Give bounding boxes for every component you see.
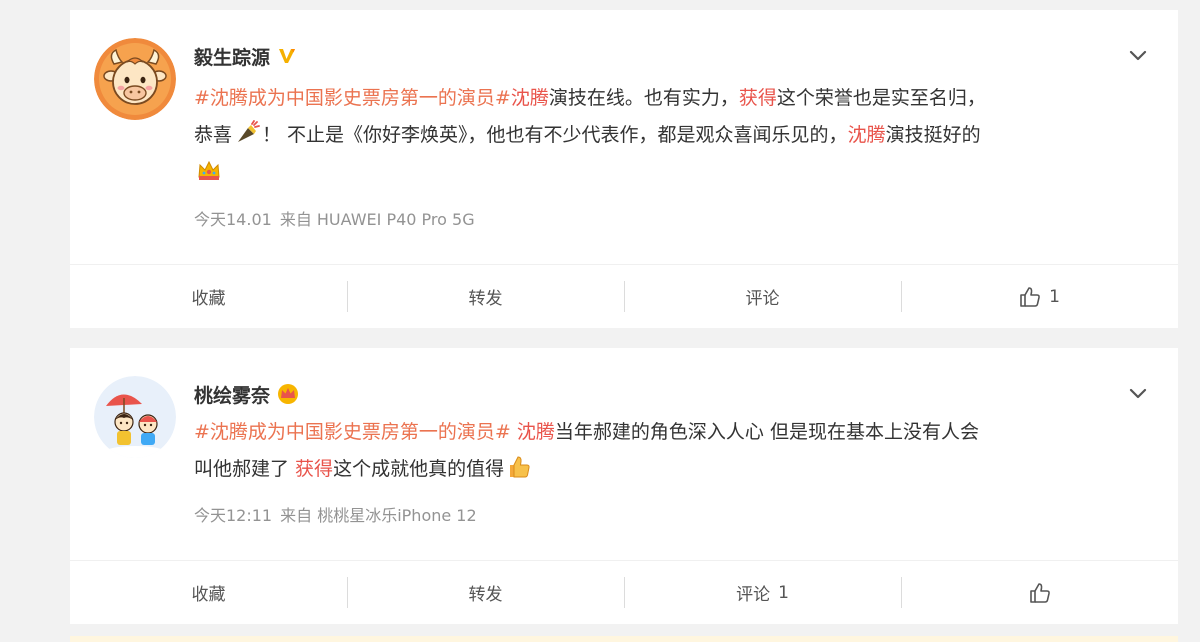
action-bar: 收藏 转发 评论 1 <box>70 264 1178 328</box>
crown-emoji-icon <box>196 157 222 183</box>
firecracker-emoji-icon <box>234 120 260 146</box>
collect-label: 收藏 <box>191 585 226 605</box>
next-card-edge <box>70 636 1178 642</box>
comment-count: 1 <box>778 582 789 603</box>
content-text: 恭喜 <box>194 124 233 146</box>
chevron-down-icon[interactable] <box>1126 382 1150 406</box>
content-text: 这个荣誉也是实至名归， <box>776 87 986 109</box>
content-text: 当年郝建的角色深入人心 但是现在基本上没有人会 <box>554 421 979 443</box>
content-text: 这个成就他真的值得 <box>333 458 505 480</box>
verified-v-icon <box>276 45 298 67</box>
like-button[interactable]: 1 <box>901 265 1178 328</box>
weibo-post-card: 桃绘雾奈 #沈腾成为中国影史票房第一的演员# 沈腾当年郝建的角色深入人心 但是现… <box>70 348 1178 624</box>
like-button[interactable] <box>901 561 1178 624</box>
keyword-link[interactable]: 获得 <box>739 87 777 109</box>
content-text: 演技挺好的 <box>885 124 981 146</box>
repost-button[interactable]: 转发 <box>347 265 624 328</box>
post-source[interactable]: 来自 HUAWEI P40 Pro 5G <box>280 210 475 229</box>
repost-button[interactable]: 转发 <box>347 561 624 624</box>
content-text: ！ 不止是《你好李焕英》，他也有不少代表作，都是观众喜闻乐见的， <box>262 124 848 146</box>
username[interactable]: 毅生踪源 <box>194 43 270 70</box>
action-bar: 收藏 转发 评论 1 <box>70 560 1178 624</box>
content-line: 叫他郝建了 获得这个成就他真的值得 <box>194 451 1138 488</box>
keyword-link[interactable]: 沈腾 <box>517 421 555 443</box>
post-meta: 今天12:11 来自 桃桃星冰乐iPhone 12 <box>194 502 477 526</box>
post-meta: 今天14.01 来自 HUAWEI P40 Pro 5G <box>194 206 475 230</box>
content-line <box>194 154 1138 191</box>
comment-button[interactable]: 评论 1 <box>624 561 901 624</box>
post-source[interactable]: 来自 桃桃星冰乐iPhone 12 <box>280 506 477 525</box>
content-text: 叫他郝建了 <box>194 458 296 480</box>
collect-label: 收藏 <box>191 289 226 309</box>
content-line: #沈腾成为中国影史票房第一的演员#沈腾演技在线。也有实力，获得这个荣誉也是实至名… <box>194 80 1138 117</box>
crown-badge-icon <box>276 383 300 405</box>
user-header: 毅生踪源 <box>194 42 298 70</box>
content-text: 演技在线。也有实力， <box>548 87 739 109</box>
thumbs-up-icon <box>1029 582 1051 604</box>
content-line: 恭喜 ！ 不止是《你好李焕英》，他也有不少代表作，都是观众喜闻乐见的，沈腾演技挺… <box>194 117 1138 154</box>
post-time[interactable]: 今天12:11 <box>194 506 272 525</box>
comment-button[interactable]: 评论 <box>624 265 901 328</box>
post-content: #沈腾成为中国影史票房第一的演员#沈腾演技在线。也有实力，获得这个荣誉也是实至名… <box>194 80 1138 191</box>
collect-button[interactable]: 收藏 <box>70 265 347 328</box>
repost-label: 转发 <box>468 585 503 605</box>
user-header: 桃绘雾奈 <box>194 380 300 408</box>
keyword-link[interactable]: 沈腾 <box>511 87 549 109</box>
post-content: #沈腾成为中国影史票房第一的演员# 沈腾当年郝建的角色深入人心 但是现在基本上没… <box>194 414 1138 488</box>
user-avatar[interactable] <box>94 376 176 458</box>
comment-label: 评论 <box>736 585 771 605</box>
username[interactable]: 桃绘雾奈 <box>194 381 270 408</box>
cartoon-kids-avatar-icon <box>94 376 176 458</box>
weibo-post-card: 毅生踪源 #沈腾成为中国影史票房第一的演员#沈腾演技在线。也有实力，获得这个荣誉… <box>70 10 1178 328</box>
thumbs-up-icon <box>1019 286 1041 308</box>
cow-avatar-icon <box>94 38 176 120</box>
keyword-link[interactable]: 沈腾 <box>848 124 886 146</box>
content-line: #沈腾成为中国影史票房第一的演员# 沈腾当年郝建的角色深入人心 但是现在基本上没… <box>194 414 1138 451</box>
comment-label: 评论 <box>745 289 780 309</box>
topic-hashtag[interactable]: #沈腾成为中国影史票房第一的演员# <box>194 87 511 109</box>
like-count: 1 <box>1049 286 1060 307</box>
thumbs-up-emoji-icon <box>506 454 532 480</box>
user-avatar[interactable] <box>94 38 176 120</box>
topic-hashtag[interactable]: #沈腾成为中国影史票房第一的演员# <box>194 421 511 443</box>
collect-button[interactable]: 收藏 <box>70 561 347 624</box>
chevron-down-icon[interactable] <box>1126 44 1150 68</box>
post-time[interactable]: 今天14.01 <box>194 210 272 229</box>
keyword-link[interactable]: 获得 <box>295 458 333 480</box>
repost-label: 转发 <box>468 289 503 309</box>
